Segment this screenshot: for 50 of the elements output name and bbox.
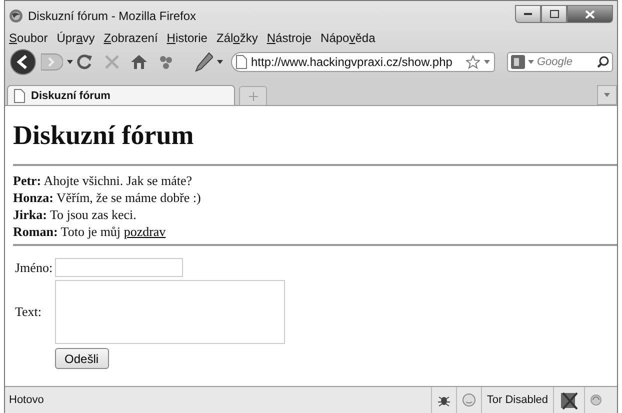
post-link[interactable]: pozdrav [124,224,166,239]
circles-icon[interactable] [159,55,173,69]
close-button[interactable] [567,5,613,23]
maximize-button[interactable] [541,5,567,23]
tab-list-button[interactable] [597,85,617,105]
tor-status[interactable]: Tor Disabled [486,394,548,406]
forum-post: Roman: Toto je můj pozdrav [13,223,167,240]
menu-item[interactable]: Historie [166,31,208,45]
forum-post: Jirka: To jsou zas keci. [13,206,138,223]
window-title: Diskuzní fórum - Mozilla Firefox [28,9,196,23]
text-field[interactable] [54,280,285,344]
menu-item[interactable]: Záložky [216,31,258,45]
status-text: Hotovo [9,394,45,406]
menu-item[interactable]: Nápověda [320,31,376,45]
back-icon[interactable] [9,49,37,75]
text-label: Text: [15,304,43,320]
caret-icon[interactable] [67,60,73,64]
caret-icon[interactable] [484,60,490,64]
forum-post: Petr: Ahojte všichni. Jak se máte? [13,172,194,189]
maximize-icon[interactable] [550,10,558,18]
search-input[interactable]: Google [537,56,594,68]
forum-post: Honza: Věřím, že se máme dobře :) [13,189,202,206]
search-engine-icon[interactable] [511,55,525,69]
reload-icon[interactable] [77,54,93,70]
page-icon [14,88,25,102]
address-bar[interactable]: http://www.hackingvpraxi.cz/show.php [231,52,495,72]
caret-icon[interactable] [528,60,534,64]
menu-item[interactable]: Zobrazení [104,31,158,45]
sync-icon[interactable] [590,394,602,406]
star-icon[interactable] [466,55,480,69]
name-field[interactable] [54,258,183,277]
search-icon[interactable] [597,56,609,68]
tor-icon[interactable] [559,390,579,410]
submit-button[interactable]: Odešli [54,348,109,369]
minimize-button[interactable] [515,5,541,23]
caret-icon[interactable] [217,60,223,64]
face-icon[interactable] [462,393,476,407]
close-icon[interactable] [585,10,595,18]
menu-item[interactable]: Nástroje [266,31,312,45]
browser-tab[interactable]: Diskuzní fórum [7,85,235,105]
menu-item[interactable]: Úpravy [56,31,95,45]
minimize-icon[interactable] [524,12,532,16]
home-icon[interactable] [131,55,147,69]
page-icon [236,55,247,69]
pencil-icon[interactable] [195,52,213,72]
name-label: Jméno: [15,260,53,276]
search-bar[interactable]: Google [507,52,613,72]
globe-icon [9,9,23,23]
page-heading: Diskuzní fórum [13,120,195,151]
menu-item[interactable]: Soubor [9,31,48,45]
